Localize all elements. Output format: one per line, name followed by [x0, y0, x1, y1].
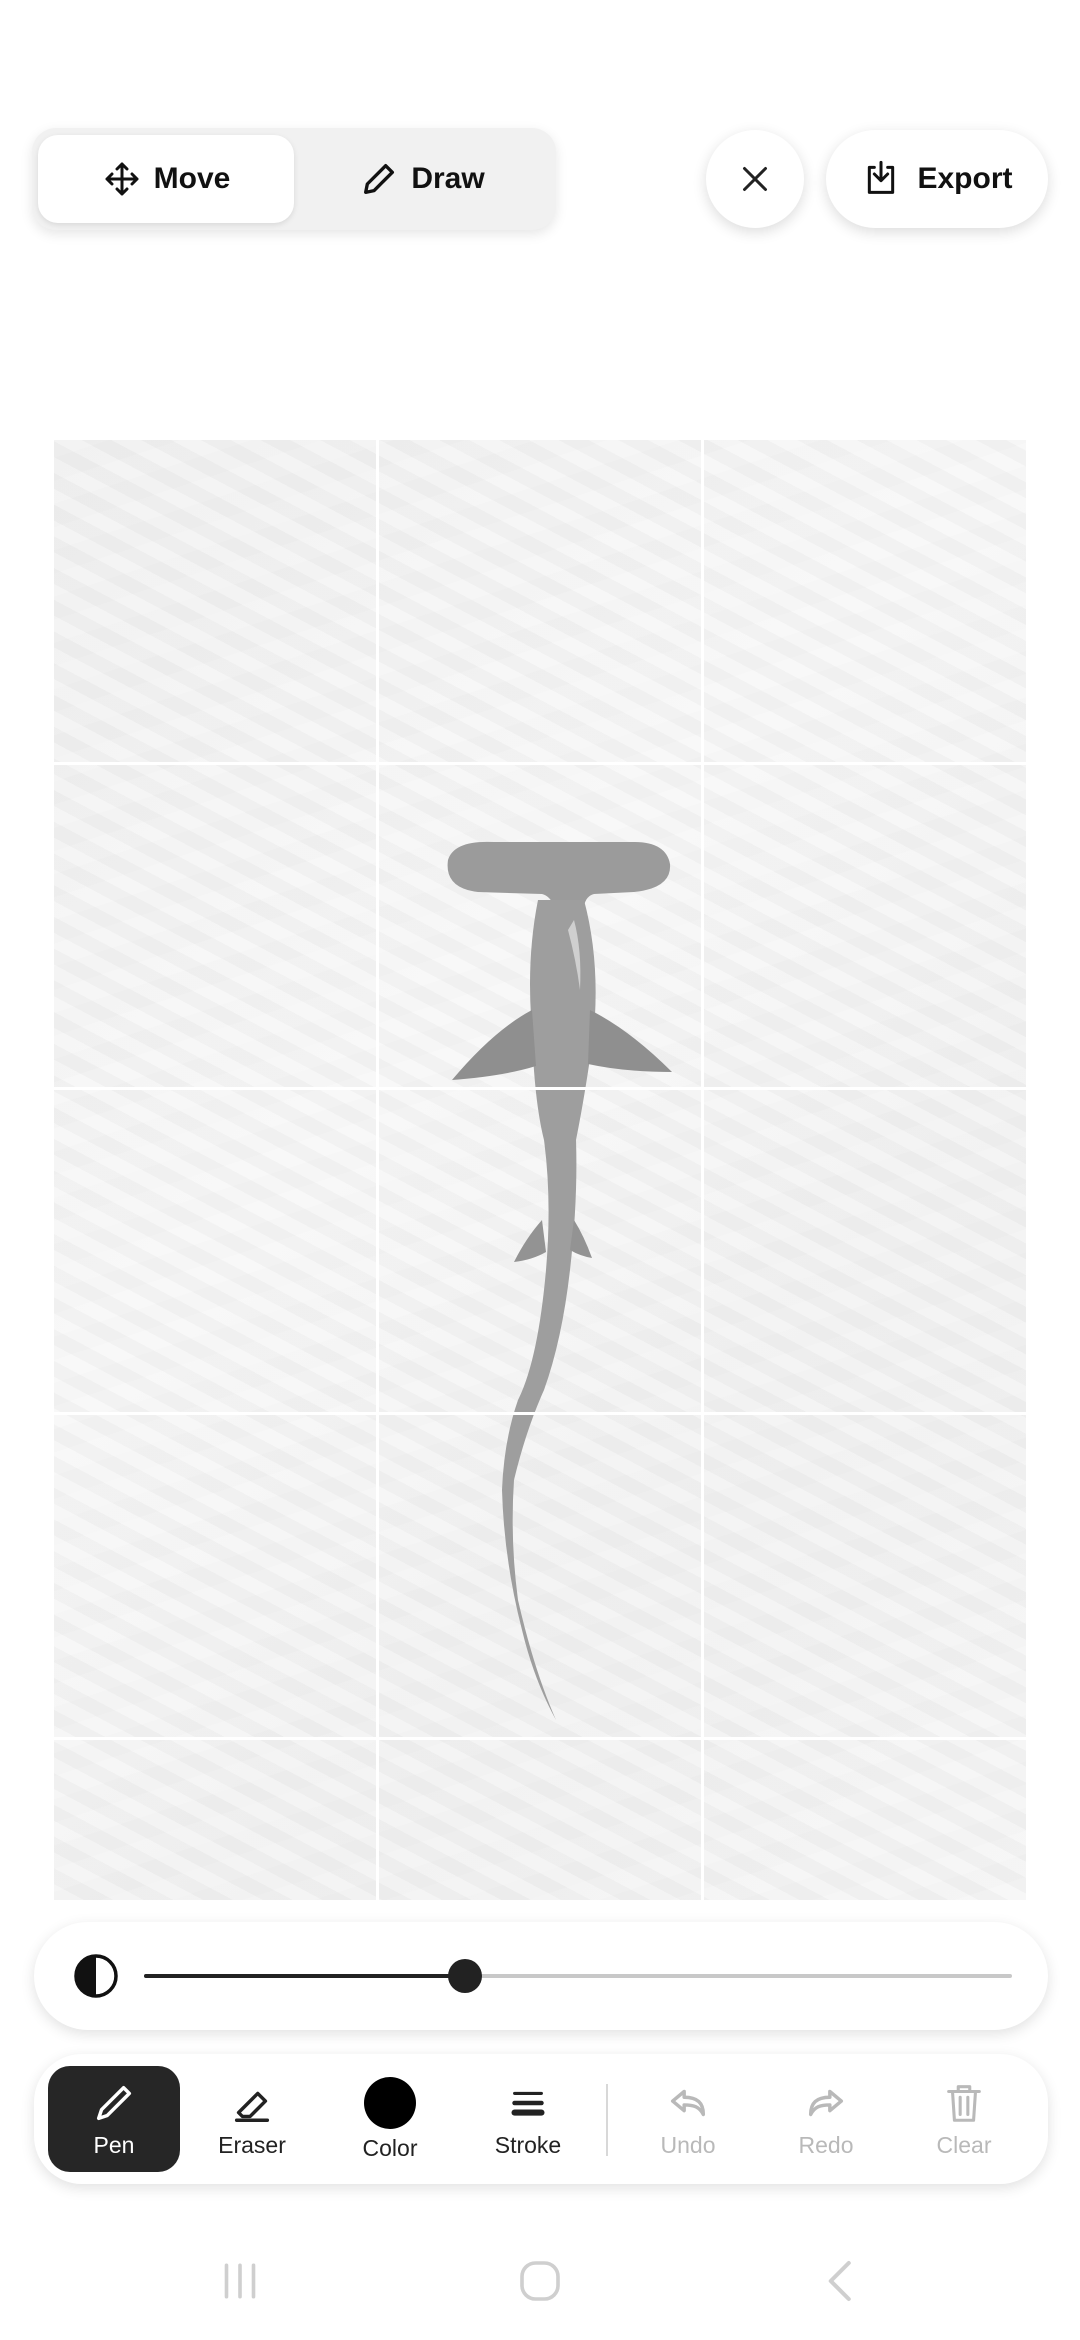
home-button[interactable] — [510, 2254, 570, 2308]
stroke-tool-button[interactable]: Stroke — [462, 2066, 594, 2172]
mode-toggle: Move Draw — [32, 128, 556, 230]
drawing-canvas[interactable] — [54, 440, 1026, 1900]
undo-button[interactable]: Undo — [622, 2066, 754, 2172]
grid-line — [54, 1087, 1026, 1090]
hammerhead-shark-image — [447, 841, 672, 1720]
stroke-label: Stroke — [494, 2131, 562, 2158]
system-nav-bar — [0, 2220, 1080, 2340]
grid-line — [54, 1412, 1026, 1415]
grid-line — [54, 762, 1026, 765]
draw-mode-button[interactable]: Draw — [294, 135, 550, 223]
grid-line — [701, 440, 704, 1900]
home-icon — [520, 2261, 560, 2301]
move-mode-label: Move — [153, 162, 231, 195]
undo-arrow-icon — [670, 2089, 706, 2116]
draw-mode-label: Draw — [411, 162, 485, 195]
back-button[interactable] — [812, 2254, 872, 2308]
tool-dock: Pen Eraser Color Stroke Undo Redo Clear — [34, 2054, 1048, 2184]
recent-apps-icon — [224, 2263, 256, 2299]
recent-apps-button[interactable] — [210, 2254, 270, 2308]
download-icon — [868, 160, 895, 194]
grid-line — [54, 1737, 1026, 1740]
undo-label: Undo — [660, 2131, 716, 2158]
pen-tool-button[interactable]: Pen — [48, 2066, 180, 2172]
dock-divider — [606, 2084, 608, 2156]
eraser-label: Eraser — [218, 2131, 286, 2158]
close-icon — [743, 167, 767, 191]
redo-button[interactable]: Redo — [760, 2066, 892, 2172]
redo-label: Redo — [798, 2131, 854, 2158]
pencil-icon — [364, 164, 395, 194]
color-tool-button[interactable]: Color — [324, 2066, 456, 2172]
pencil-icon — [96, 2085, 132, 2120]
contrast-icon — [74, 1954, 118, 1998]
color-label: Color — [362, 2134, 418, 2161]
close-button[interactable] — [706, 130, 804, 228]
color-swatch — [364, 2076, 416, 2129]
export-label: Export — [917, 162, 1013, 195]
stroke-lines-icon — [511, 2091, 545, 2116]
trash-icon — [947, 2084, 981, 2122]
clear-button[interactable]: Clear — [898, 2066, 1030, 2172]
move-mode-button[interactable]: Move — [38, 135, 294, 223]
move-arrows-icon — [105, 162, 139, 196]
clear-label: Clear — [936, 2131, 992, 2158]
slider-fill — [144, 1974, 466, 1978]
back-icon — [828, 2260, 851, 2302]
opacity-slider[interactable] — [144, 1959, 1012, 1993]
slider-thumb[interactable] — [448, 1959, 483, 1993]
eraser-icon — [234, 2091, 270, 2122]
export-button[interactable]: Export — [826, 130, 1048, 228]
redo-arrow-icon — [808, 2089, 844, 2116]
eraser-tool-button[interactable]: Eraser — [186, 2066, 318, 2172]
pen-label: Pen — [93, 2131, 135, 2158]
opacity-slider-panel — [34, 1922, 1048, 2030]
grid-line — [376, 440, 379, 1900]
